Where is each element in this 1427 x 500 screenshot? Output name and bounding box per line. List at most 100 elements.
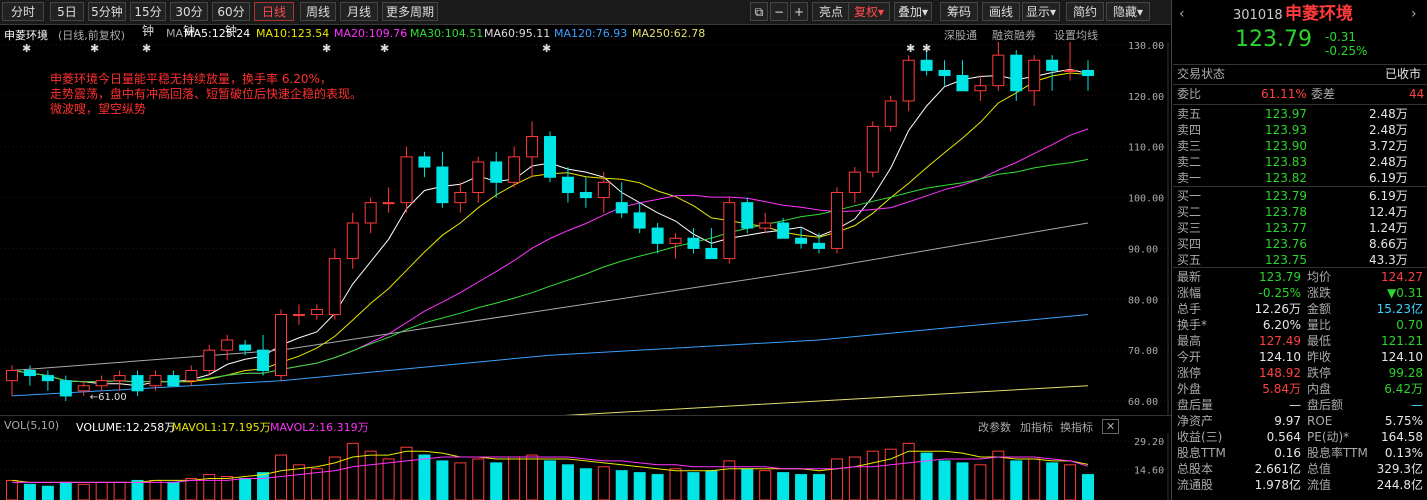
bids-row[interactable]: 买三 123.77 1.24万 bbox=[1173, 220, 1427, 236]
event-marker-icon[interactable]: ✱ bbox=[142, 42, 151, 55]
candle[interactable] bbox=[1082, 60, 1094, 91]
asks-row[interactable]: 卖一 123.82 6.19万 bbox=[1173, 170, 1427, 186]
candle[interactable] bbox=[705, 228, 718, 260]
candle[interactable] bbox=[1028, 55, 1041, 107]
asks-row[interactable]: 卖三 123.90 3.72万 bbox=[1173, 138, 1427, 154]
stat-label: 总值 bbox=[1307, 462, 1332, 476]
bids-row[interactable]: 买五 123.75 43.3万 bbox=[1173, 252, 1427, 268]
toolbar-display-button[interactable]: 显示▾ bbox=[1022, 2, 1060, 21]
asks-row[interactable]: 卖五 123.97 2.48万 bbox=[1173, 106, 1427, 122]
candle[interactable] bbox=[328, 248, 341, 320]
asks-row[interactable]: 卖四 123.93 2.48万 bbox=[1173, 122, 1427, 138]
candle[interactable] bbox=[472, 156, 485, 203]
bids-row[interactable]: 买四 123.76 8.66万 bbox=[1173, 236, 1427, 252]
candle[interactable] bbox=[759, 212, 772, 234]
candle[interactable] bbox=[221, 334, 234, 361]
candle[interactable] bbox=[382, 187, 395, 213]
candle[interactable] bbox=[257, 334, 270, 376]
candle[interactable] bbox=[275, 309, 287, 381]
candle[interactable] bbox=[95, 375, 108, 391]
bids-row[interactable]: 买二 123.78 12.4万 bbox=[1173, 204, 1427, 220]
candle[interactable] bbox=[346, 212, 359, 269]
candle[interactable] bbox=[310, 304, 323, 320]
candle[interactable] bbox=[902, 55, 915, 112]
volume-chart[interactable]: 29.20 14.60 bbox=[0, 433, 1172, 500]
candle[interactable] bbox=[400, 146, 413, 213]
minus-icon[interactable]: − bbox=[770, 2, 788, 21]
link-set-ma[interactable]: 设置均线 bbox=[1054, 27, 1098, 43]
candle[interactable] bbox=[292, 304, 305, 325]
candle[interactable] bbox=[938, 60, 951, 86]
toolbar-overlay-button[interactable]: 叠加▾ bbox=[894, 2, 932, 21]
candle[interactable] bbox=[777, 217, 790, 239]
candle[interactable] bbox=[203, 345, 216, 376]
candle[interactable] bbox=[544, 131, 556, 183]
candle[interactable] bbox=[866, 121, 879, 178]
period-30min-button[interactable]: 30分钟 bbox=[170, 2, 208, 38]
period-monthly-button[interactable]: 月线 bbox=[340, 2, 378, 21]
link-shenzhen-connect[interactable]: 深股通 bbox=[944, 27, 977, 43]
candle[interactable] bbox=[185, 365, 198, 386]
asks-row[interactable]: 卖二 123.83 2.48万 bbox=[1173, 154, 1427, 170]
back-arrow-icon[interactable]: ‹ bbox=[1179, 6, 1185, 22]
toolbar-hide-button[interactable]: 隐藏▾ bbox=[1106, 2, 1150, 21]
toolbar-highlight-button[interactable]: 亮点 bbox=[812, 2, 850, 21]
stat-label: PE(动)* bbox=[1307, 430, 1350, 444]
candle[interactable] bbox=[830, 187, 843, 254]
candle[interactable] bbox=[436, 151, 449, 208]
candle[interactable] bbox=[615, 182, 628, 218]
candle[interactable] bbox=[974, 75, 987, 101]
period-weekly-button[interactable]: 周线 bbox=[300, 2, 336, 21]
event-marker-icon[interactable]: ✱ bbox=[922, 42, 931, 55]
toolbar-adjust-button[interactable]: 复权▾ bbox=[848, 2, 890, 21]
panel-divider-line bbox=[1173, 64, 1427, 65]
link-margin-trading[interactable]: 融资融券 bbox=[992, 27, 1036, 43]
period-5day-button[interactable]: 5日 bbox=[50, 2, 84, 21]
period-daily-button[interactable]: 日线 bbox=[254, 2, 294, 21]
toolbar-simple-button[interactable]: 简约 bbox=[1066, 2, 1104, 21]
period-15min-button[interactable]: 15分钟 bbox=[130, 2, 166, 38]
panel-divider[interactable] bbox=[1171, 0, 1172, 500]
event-marker-icon[interactable]: ✱ bbox=[906, 42, 915, 55]
event-marker-icon[interactable]: ✱ bbox=[542, 42, 551, 55]
close-volume-panel-icon[interactable]: ✕ bbox=[1102, 419, 1120, 434]
period-1min-button[interactable]: 分时 bbox=[2, 2, 44, 21]
candle[interactable] bbox=[956, 60, 969, 92]
candle[interactable] bbox=[848, 167, 861, 203]
candle[interactable] bbox=[633, 202, 646, 234]
forward-arrow-icon[interactable]: › bbox=[1411, 6, 1417, 22]
period-60min-button[interactable]: 60分钟 bbox=[212, 2, 250, 38]
candle[interactable] bbox=[741, 197, 754, 234]
event-marker-icon[interactable]: ✱ bbox=[22, 42, 31, 55]
candle[interactable] bbox=[651, 223, 664, 254]
candle[interactable] bbox=[884, 95, 897, 132]
stat-label: 跌停 bbox=[1307, 366, 1332, 380]
bids-row[interactable]: 买一 123.79 6.19万 bbox=[1173, 188, 1427, 204]
candle[interactable] bbox=[579, 177, 592, 208]
candle[interactable] bbox=[992, 42, 1005, 91]
candle[interactable] bbox=[508, 146, 521, 188]
copy-icon[interactable]: ⧉ bbox=[750, 2, 768, 21]
candle[interactable] bbox=[77, 380, 90, 396]
candle[interactable] bbox=[364, 197, 377, 234]
event-marker-icon[interactable]: ✱ bbox=[90, 42, 99, 55]
candle[interactable] bbox=[1010, 50, 1023, 101]
candle[interactable] bbox=[418, 151, 431, 178]
candle[interactable] bbox=[131, 370, 144, 396]
event-marker-icon[interactable]: ✱ bbox=[322, 42, 331, 55]
toolbar-chips-button[interactable]: 筹码 bbox=[940, 2, 978, 21]
period-5min-button[interactable]: 5分钟 bbox=[88, 2, 126, 21]
candle[interactable] bbox=[454, 182, 467, 213]
candle[interactable] bbox=[41, 370, 54, 391]
candle[interactable] bbox=[795, 228, 808, 249]
candle[interactable] bbox=[723, 197, 736, 264]
toolbar-draw-button[interactable]: 画线 bbox=[982, 2, 1020, 21]
candle[interactable] bbox=[167, 370, 180, 387]
candle[interactable] bbox=[113, 370, 126, 391]
plus-icon[interactable]: + bbox=[790, 2, 808, 21]
chart-mode-label[interactable]: (日线,前复权) bbox=[58, 27, 125, 43]
candle[interactable] bbox=[490, 151, 503, 198]
event-marker-icon[interactable]: ✱ bbox=[380, 42, 389, 55]
candle[interactable] bbox=[1064, 42, 1077, 81]
period-more-periods-button[interactable]: 更多周期 bbox=[382, 2, 438, 21]
